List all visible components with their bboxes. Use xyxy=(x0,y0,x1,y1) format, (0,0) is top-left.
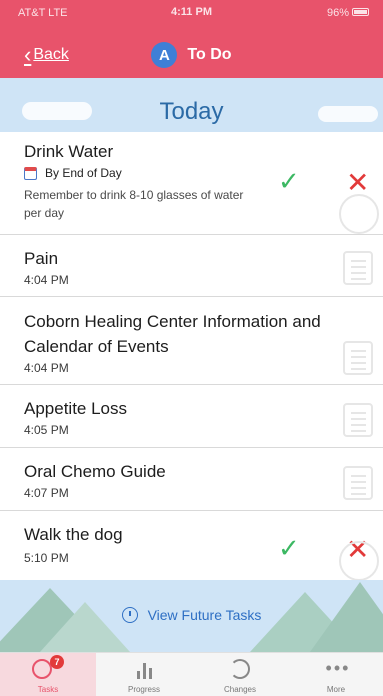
tab-progress[interactable]: Progress xyxy=(96,653,192,696)
heart-icon xyxy=(339,194,379,234)
task-name: Coborn Healing Center Information and Ca… xyxy=(24,312,321,356)
tab-bar: 7 Tasks Progress Changes ••• More xyxy=(0,652,383,696)
task-name: Oral Chemo Guide xyxy=(24,462,166,481)
document-icon xyxy=(343,466,373,500)
heart-icon xyxy=(339,541,379,581)
task-row[interactable]: Drink Water By End of Day Remember to dr… xyxy=(0,132,383,235)
page-title: To Do xyxy=(187,46,232,63)
task-row[interactable]: Oral Chemo Guide 4:07 PM xyxy=(0,448,383,511)
section-label: Today xyxy=(159,98,224,125)
status-time: 4:11 PM xyxy=(171,6,212,18)
document-icon xyxy=(343,403,373,437)
more-icon: ••• xyxy=(325,658,351,678)
task-name: Pain xyxy=(24,249,59,268)
future-tasks-banner: View Future Tasks xyxy=(0,580,383,652)
today-header: Today xyxy=(0,78,383,132)
tab-label: Progress xyxy=(127,685,160,694)
tab-tasks[interactable]: 7 Tasks xyxy=(0,653,96,696)
task-name: Appetite Loss xyxy=(24,399,128,418)
task-time: 4:04 PM xyxy=(24,361,69,375)
tab-label: Changes xyxy=(223,685,257,694)
clock-icon xyxy=(121,607,138,623)
task-time: 4:07 PM xyxy=(24,486,69,500)
checkmark-circle-icon xyxy=(32,659,52,679)
view-future-tasks-button[interactable]: View Future Tasks xyxy=(0,607,383,623)
checkmark-icon[interactable]: ✓ xyxy=(278,533,300,564)
task-name: Walk the dog xyxy=(24,525,123,544)
task-row[interactable]: Walk the dog 5:10 PM ✓ ✕ xyxy=(0,511,383,581)
due-text: By End of Day xyxy=(45,166,122,180)
task-time: 4:05 PM xyxy=(24,423,69,437)
task-time: 4:04 PM xyxy=(24,273,69,287)
bar-chart-icon xyxy=(134,659,154,679)
calendar-icon xyxy=(24,166,37,180)
task-time: 5:10 PM xyxy=(24,551,69,565)
avatar[interactable]: A xyxy=(151,42,178,68)
tab-label: Tasks xyxy=(37,685,59,694)
nav-title-group: A To Do xyxy=(0,42,383,68)
future-label: View Future Tasks xyxy=(147,607,262,623)
refresh-icon xyxy=(230,659,250,679)
checkmark-icon[interactable]: ✓ xyxy=(278,166,300,197)
status-bar: AT&T LTE 4:11 PM 96% xyxy=(0,0,383,26)
task-row[interactable]: Pain 4:04 PM xyxy=(0,235,383,297)
top-bar: AT&T LTE 4:11 PM 96% ‹ Back A To Do xyxy=(0,0,383,78)
tab-more[interactable]: ••• More xyxy=(288,653,383,696)
tab-label: More xyxy=(326,685,346,694)
battery-percent: 96% xyxy=(326,7,349,19)
document-icon xyxy=(343,251,373,285)
battery-icon xyxy=(352,8,369,16)
task-name: Drink Water xyxy=(24,142,114,161)
tasks-badge: 7 xyxy=(50,655,64,669)
tab-changes[interactable]: Changes xyxy=(192,653,288,696)
task-row[interactable]: Appetite Loss 4:05 PM xyxy=(0,385,383,448)
due-label: By End of Day xyxy=(24,166,122,180)
document-icon xyxy=(343,341,373,375)
task-note: Remember to drink 8-10 glasses of water … xyxy=(24,188,244,220)
task-row[interactable]: Coborn Healing Center Information and Ca… xyxy=(0,297,383,385)
